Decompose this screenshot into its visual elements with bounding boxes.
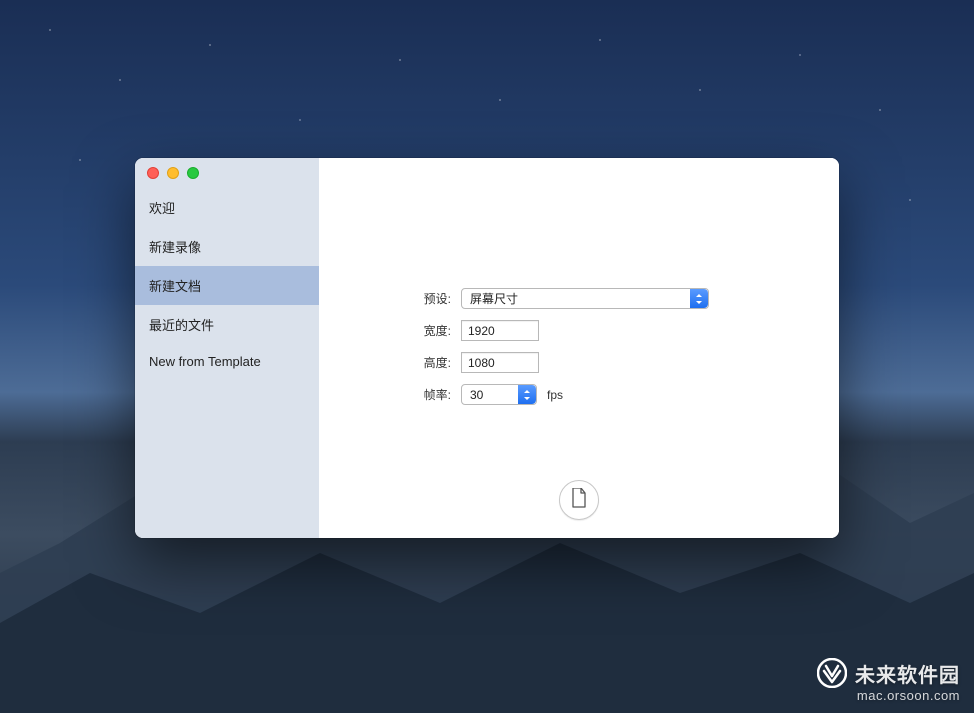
row-preset: 预设: 屏幕尺寸 bbox=[319, 288, 839, 309]
fps-select[interactable]: 30 bbox=[461, 384, 537, 405]
window-controls bbox=[135, 158, 319, 188]
sidebar: 欢迎 新建录像 新建文档 最近的文件 New from Template bbox=[135, 158, 319, 538]
chevron-up-down-icon bbox=[690, 289, 708, 308]
width-label: 宽度: bbox=[319, 322, 451, 339]
width-input[interactable] bbox=[461, 320, 539, 341]
preset-select[interactable]: 屏幕尺寸 bbox=[461, 288, 709, 309]
watermark: 未来软件园 mac.orsoon.com bbox=[817, 658, 960, 703]
sidebar-item-welcome[interactable]: 欢迎 bbox=[135, 188, 319, 227]
new-document-form: 预设: 屏幕尺寸 宽度: 高度: bbox=[319, 288, 839, 405]
sidebar-item-new-document[interactable]: 新建文档 bbox=[135, 266, 319, 305]
watermark-url: mac.orsoon.com bbox=[817, 688, 960, 703]
height-input[interactable] bbox=[461, 352, 539, 373]
sidebar-item-label: New from Template bbox=[149, 354, 261, 369]
preset-value: 屏幕尺寸 bbox=[470, 290, 518, 307]
sidebar-item-recent-files[interactable]: 最近的文件 bbox=[135, 305, 319, 344]
minimize-window-button[interactable] bbox=[167, 167, 179, 179]
desktop-background: 欢迎 新建录像 新建文档 最近的文件 New from Template 预设:… bbox=[0, 0, 974, 713]
content-pane: 预设: 屏幕尺寸 宽度: 高度: bbox=[319, 158, 839, 538]
row-fps: 帧率: 30 fps bbox=[319, 384, 839, 405]
preset-label: 预设: bbox=[319, 290, 451, 307]
watermark-title: 未来软件园 bbox=[855, 659, 960, 688]
sidebar-item-new-from-template[interactable]: New from Template bbox=[135, 344, 319, 379]
create-document-button[interactable] bbox=[559, 480, 599, 520]
row-width: 宽度: bbox=[319, 320, 839, 341]
row-height: 高度: bbox=[319, 352, 839, 373]
fps-label: 帧率: bbox=[319, 386, 451, 403]
close-window-button[interactable] bbox=[147, 167, 159, 179]
zoom-window-button[interactable] bbox=[187, 167, 199, 179]
sidebar-item-label: 最近的文件 bbox=[149, 318, 214, 333]
height-label: 高度: bbox=[319, 354, 451, 371]
sidebar-item-label: 欢迎 bbox=[149, 201, 175, 216]
dialog-window: 欢迎 新建录像 新建文档 最近的文件 New from Template 预设:… bbox=[135, 158, 839, 538]
document-icon bbox=[571, 488, 587, 513]
watermark-logo-icon bbox=[817, 658, 847, 688]
chevron-up-down-icon bbox=[518, 385, 536, 404]
sidebar-item-label: 新建录像 bbox=[149, 240, 201, 255]
fps-value: 30 bbox=[470, 388, 483, 402]
fps-unit: fps bbox=[547, 388, 563, 402]
sidebar-item-label: 新建文档 bbox=[149, 279, 201, 294]
sidebar-item-new-recording[interactable]: 新建录像 bbox=[135, 227, 319, 266]
